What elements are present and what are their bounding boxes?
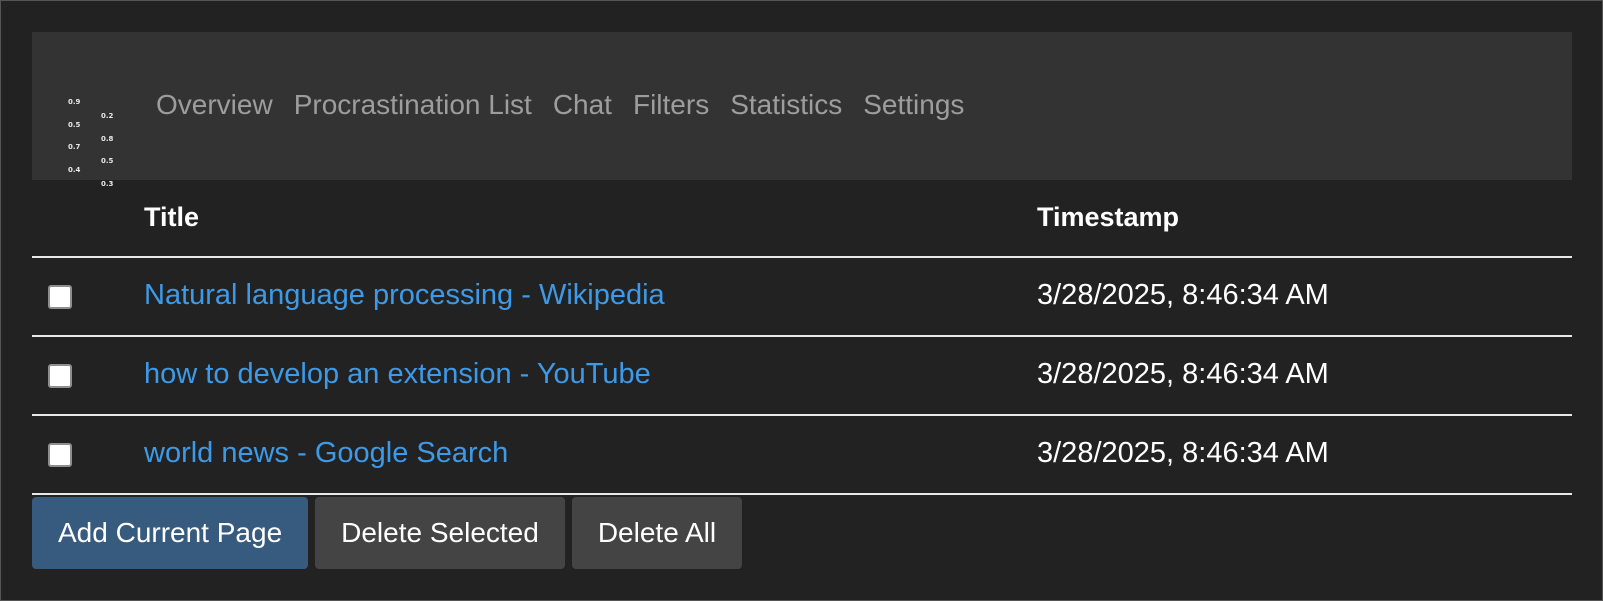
logo-value: 0.5 [101,157,114,165]
procrastination-table: Title Timestamp Natural language process… [32,180,1572,495]
row-title-link[interactable]: world news - Google Search [144,437,508,470]
row-timestamp: 3/28/2025, 8:46:34 AM [1037,358,1329,390]
row-title-link[interactable]: how to develop an extension - YouTube [144,358,651,391]
column-header-timestamp: Timestamp [1037,202,1180,232]
row-timestamp: 3/28/2025, 8:46:34 AM [1037,279,1329,311]
logo-value: 0.2 [101,112,114,120]
nav-item-settings[interactable]: Settings [863,87,964,123]
logo-value: 0.5 [68,120,81,129]
app-window: 0.9 0.5 0.7 0.4 0.2 0.8 0.5 0.3 Overview… [0,0,1603,601]
logo-value: 0.9 [68,98,81,106]
add-current-page-button[interactable]: Add Current Page [32,497,309,569]
chart-logo-icon[interactable]: 0.9 0.5 0.7 0.4 0.2 0.8 0.5 0.3 [68,84,118,187]
logo-column-left: 0.9 0.5 0.7 0.4 [68,84,88,189]
nav-item-chat[interactable]: Chat [553,87,612,123]
navbar: 0.9 0.5 0.7 0.4 0.2 0.8 0.5 0.3 Overview… [32,32,1572,187]
row-checkbox[interactable] [48,285,72,309]
table-header: Title Timestamp [32,180,1572,258]
nav-item-procrastination-list[interactable]: Procrastination List [294,87,532,123]
row-checkbox[interactable] [48,443,72,467]
nav-item-filters[interactable]: Filters [633,87,709,123]
nav-item-statistics[interactable]: Statistics [730,87,842,123]
logo-value: 0.4 [68,165,81,174]
row-timestamp: 3/28/2025, 8:46:34 AM [1037,437,1329,469]
row-title-link[interactable]: Natural language processing - Wikipedia [144,279,665,312]
table-row: Natural language processing - Wikipedia … [32,258,1572,337]
delete-all-button[interactable]: Delete All [571,497,743,569]
nav-item-overview[interactable]: Overview [156,87,273,123]
table-row: how to develop an extension - YouTube 3/… [32,337,1572,416]
delete-selected-button[interactable]: Delete Selected [315,497,565,569]
table-row: world news - Google Search 3/28/2025, 8:… [32,416,1572,495]
nav-links: Overview Procrastination List Chat Filte… [156,87,964,123]
column-header-title: Title [144,202,200,232]
row-checkbox[interactable] [48,364,72,388]
action-bar: Add Current Page Delete Selected Delete … [32,497,743,569]
logo-value: 0.8 [101,134,114,143]
logo-value: 0.7 [68,143,81,151]
